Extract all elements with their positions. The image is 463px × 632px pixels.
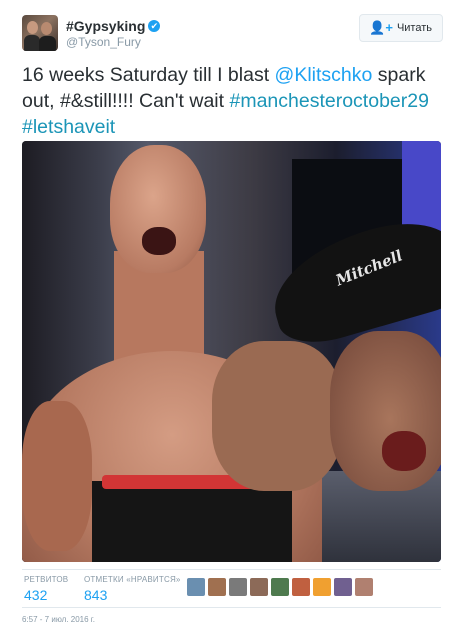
author-avatar[interactable] xyxy=(22,15,58,51)
liker-avatars xyxy=(187,578,373,596)
hashtag-link[interactable]: #letshaveit xyxy=(22,116,115,138)
liker-avatar[interactable] xyxy=(208,578,226,596)
author-handle[interactable]: @Tyson_Fury xyxy=(66,35,141,49)
tweet-timestamp[interactable]: 6:57 - 7 июл. 2016 г. xyxy=(22,615,95,624)
liker-avatar[interactable] xyxy=(313,578,331,596)
retweets-label: РЕТВИТОВ xyxy=(24,575,69,584)
liker-avatar[interactable] xyxy=(250,578,268,596)
tweet-header: #Gypsyking ✔ @Tyson_Fury 👤+ Читать xyxy=(22,14,443,54)
tweet-text-part: 16 weeks Saturday till I blast xyxy=(22,64,275,86)
likes-count[interactable]: 843 xyxy=(84,587,181,603)
follow-button[interactable]: 👤+ Читать xyxy=(359,14,443,42)
author-display-name[interactable]: #Gypsyking xyxy=(66,18,145,34)
tweet-photo[interactable]: Mitchell xyxy=(22,141,441,562)
retweets-count[interactable]: 432 xyxy=(24,587,68,603)
follow-button-label: Читать xyxy=(396,22,432,34)
verified-badge-icon: ✔ xyxy=(148,19,161,32)
add-user-icon: 👤+ xyxy=(369,20,393,35)
mention-link[interactable]: @Klitschko xyxy=(275,64,373,86)
liker-avatar[interactable] xyxy=(334,578,352,596)
likes-label: ОТМЕТКИ «НРАВИТСЯ» xyxy=(84,575,181,584)
liker-avatar[interactable] xyxy=(292,578,310,596)
liker-avatar[interactable] xyxy=(187,578,205,596)
likes-stat[interactable]: ОТМЕТКИ «НРАВИТСЯ» 843 xyxy=(84,575,181,603)
liker-avatar[interactable] xyxy=(271,578,289,596)
author-name-row[interactable]: #Gypsyking ✔ xyxy=(66,17,161,35)
retweet-stat[interactable]: РЕТВИТОВ 432 xyxy=(24,575,68,603)
hashtag-link[interactable]: #manchesteroctober29 xyxy=(229,90,428,112)
liker-avatar[interactable] xyxy=(229,578,247,596)
tweet-text: 16 weeks Saturday till I blast @Klitschk… xyxy=(22,62,447,140)
tweet-stats: РЕТВИТОВ 432 ОТМЕТКИ «НРАВИТСЯ» 843 xyxy=(22,569,441,608)
liker-avatar[interactable] xyxy=(355,578,373,596)
